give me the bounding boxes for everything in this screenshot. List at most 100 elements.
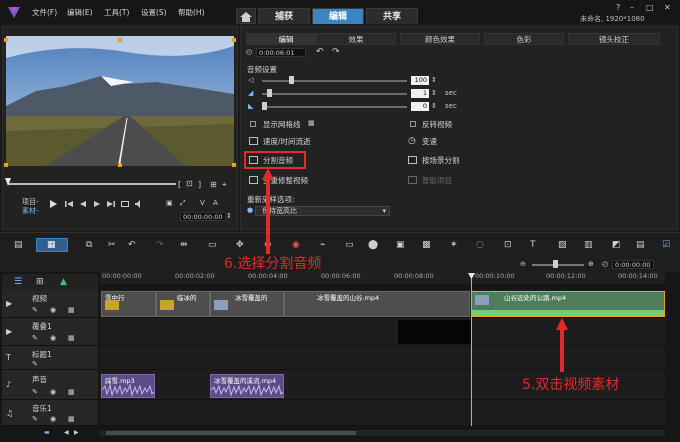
lock-icon[interactable]: ✎: [32, 414, 38, 424]
tab-share[interactable]: 共享: [366, 8, 418, 24]
track-header-overlay[interactable]: ▶ 覆叠1 ✎ ◉ ▦: [2, 318, 98, 346]
audio-track-toggle[interactable]: A: [213, 199, 218, 207]
volume-icon[interactable]: [134, 199, 144, 209]
loop-icon[interactable]: ◌: [476, 240, 484, 250]
crop-handle[interactable]: [4, 163, 8, 167]
track-header-title[interactable]: T 标题1 ✎: [2, 346, 98, 370]
menu-settings[interactable]: 设置(S): [141, 7, 167, 18]
prev-frame-icon[interactable]: [78, 199, 88, 209]
speed-time-lapse-button[interactable]: 速度/时间流逝: [263, 136, 311, 147]
zoom-in-icon[interactable]: ⊕: [588, 260, 594, 268]
menu-file[interactable]: 文件(F): [32, 7, 57, 18]
variable-speed-button[interactable]: 变速: [422, 136, 437, 147]
speed-ramp-icon[interactable]: ⊡: [504, 240, 512, 250]
scroll-left-icon[interactable]: ◀: [64, 429, 69, 436]
track-header-video[interactable]: ▶ 视频 ✎ ◉ ▦: [2, 290, 98, 318]
tab-options-effect[interactable]: 效果: [316, 33, 396, 45]
mask-icon[interactable]: ▣: [396, 240, 405, 250]
video-clip[interactable]: 雪中行: [101, 291, 156, 317]
color-grading-icon[interactable]: ◩: [612, 240, 621, 250]
add-track-icon[interactable]: ⊞: [36, 277, 44, 287]
copy-icon[interactable]: ⧉: [86, 240, 92, 250]
mute-icon[interactable]: ◉: [50, 414, 56, 424]
close-icon[interactable]: ✕: [664, 3, 671, 12]
subtitle-icon[interactable]: ▭: [345, 240, 354, 250]
crop-handle[interactable]: [118, 163, 122, 167]
solo-icon[interactable]: ▦: [68, 387, 75, 397]
repeat-icon[interactable]: [120, 199, 130, 209]
fade-out-knob[interactable]: [262, 102, 267, 110]
lock-icon[interactable]: ✎: [32, 387, 38, 397]
overlay-track-lane[interactable]: [100, 318, 665, 346]
crop-handle[interactable]: [4, 38, 8, 42]
volume-input[interactable]: 100: [411, 76, 429, 85]
volume-slider[interactable]: [262, 80, 407, 82]
overlay-clip[interactable]: [398, 320, 471, 344]
fade-in-slider[interactable]: [262, 93, 407, 95]
mixer-icon[interactable]: ◉: [292, 240, 300, 250]
home-button[interactable]: [236, 8, 256, 24]
zoom-timecode[interactable]: 0:00:00:00: [612, 260, 654, 269]
rotate-right-icon[interactable]: ↷: [332, 47, 340, 57]
playhead[interactable]: [471, 276, 472, 426]
magic-icon[interactable]: ✶: [450, 240, 458, 250]
lock-icon[interactable]: ✎: [32, 359, 38, 369]
zoom-slider[interactable]: [532, 264, 584, 266]
track-header-music[interactable]: ♫ 音乐1 ✎ ◉ ▦: [2, 400, 98, 426]
preview-video[interactable]: [6, 36, 234, 166]
trim-icon[interactable]: ⊡: [186, 179, 193, 188]
fade-out-spin-icon[interactable]: ⇕: [431, 102, 437, 110]
split-clip-icon[interactable]: ⊞: [210, 180, 217, 189]
move-icon[interactable]: ✥: [236, 240, 244, 250]
timecode-spin-icon[interactable]: ⇕: [226, 212, 232, 220]
video-track-toggle[interactable]: V: [200, 199, 205, 207]
crop-handle[interactable]: [118, 38, 122, 42]
tab-capture[interactable]: 捕获: [258, 8, 310, 24]
audio-clip[interactable]: 踩雪.mp3: [101, 374, 155, 398]
undo-icon[interactable]: ↶: [128, 240, 136, 250]
menu-tools[interactable]: 工具(T): [104, 7, 129, 18]
fade-out-input[interactable]: 0: [411, 102, 429, 111]
minimize-icon[interactable]: –: [630, 3, 634, 12]
mark-out-icon[interactable]: ]: [198, 180, 201, 189]
volume-knob[interactable]: [289, 76, 294, 84]
zoom-out-icon[interactable]: ⊖: [520, 260, 526, 268]
crop-handle[interactable]: [232, 38, 236, 42]
fullscreen-icon[interactable]: ⤢: [180, 199, 186, 208]
next-frame-icon[interactable]: [92, 199, 102, 209]
menu-help[interactable]: 帮助(H): [178, 7, 205, 18]
hd-icon[interactable]: ▣: [166, 199, 173, 207]
fade-out-slider[interactable]: [262, 106, 407, 108]
rotate-left-icon[interactable]: ↶: [316, 47, 324, 57]
track-header-voice[interactable]: ♪ 声音 ✎ ◉ ▦: [2, 370, 98, 400]
lock-icon[interactable]: ✎: [32, 333, 38, 343]
ripple-edit-icon[interactable]: ▲: [60, 277, 67, 287]
mute-icon[interactable]: ◉: [50, 333, 56, 343]
mark-in-icon[interactable]: [: [178, 180, 181, 189]
audio-clip[interactable]: 冰雪覆盖的溪流.mp4: [210, 374, 284, 398]
audio-ducking-icon[interactable]: ▥: [584, 240, 593, 250]
end-icon[interactable]: [106, 199, 116, 209]
video-clip[interactable]: 冰雪覆盖的山谷.mp4: [284, 291, 470, 317]
tab-options-color[interactable]: 色彩: [484, 33, 564, 45]
scroll-right-icon[interactable]: ▶: [74, 429, 79, 436]
scene-split-button[interactable]: 按场景分割: [422, 155, 460, 166]
music-track-lane[interactable]: [100, 400, 665, 426]
motion-icon[interactable]: ⌁: [320, 240, 325, 250]
tab-options-color-effect[interactable]: 颜色效果: [400, 33, 480, 45]
image-icon[interactable]: ▨: [558, 240, 567, 250]
split-screen-icon[interactable]: ▩: [422, 240, 431, 250]
clip-mode-label[interactable]: 素材-: [22, 206, 39, 216]
timeline-nav-icon[interactable]: ▬: [44, 429, 50, 436]
tab-options-edit[interactable]: 编辑: [246, 33, 326, 45]
fade-in-knob[interactable]: [267, 89, 272, 97]
home-start-icon[interactable]: [64, 199, 74, 209]
menu-edit[interactable]: 编辑(E): [67, 7, 93, 18]
zoom-knob[interactable]: [553, 260, 558, 268]
show-grid-checkbox[interactable]: [250, 121, 256, 127]
filter-icon[interactable]: ▤: [636, 240, 645, 250]
mute-icon[interactable]: ◉: [50, 305, 56, 315]
reverse-video-checkbox[interactable]: [410, 121, 416, 127]
split-audio-button[interactable]: 分割音频: [263, 155, 293, 166]
help-icon[interactable]: ?: [616, 3, 620, 12]
